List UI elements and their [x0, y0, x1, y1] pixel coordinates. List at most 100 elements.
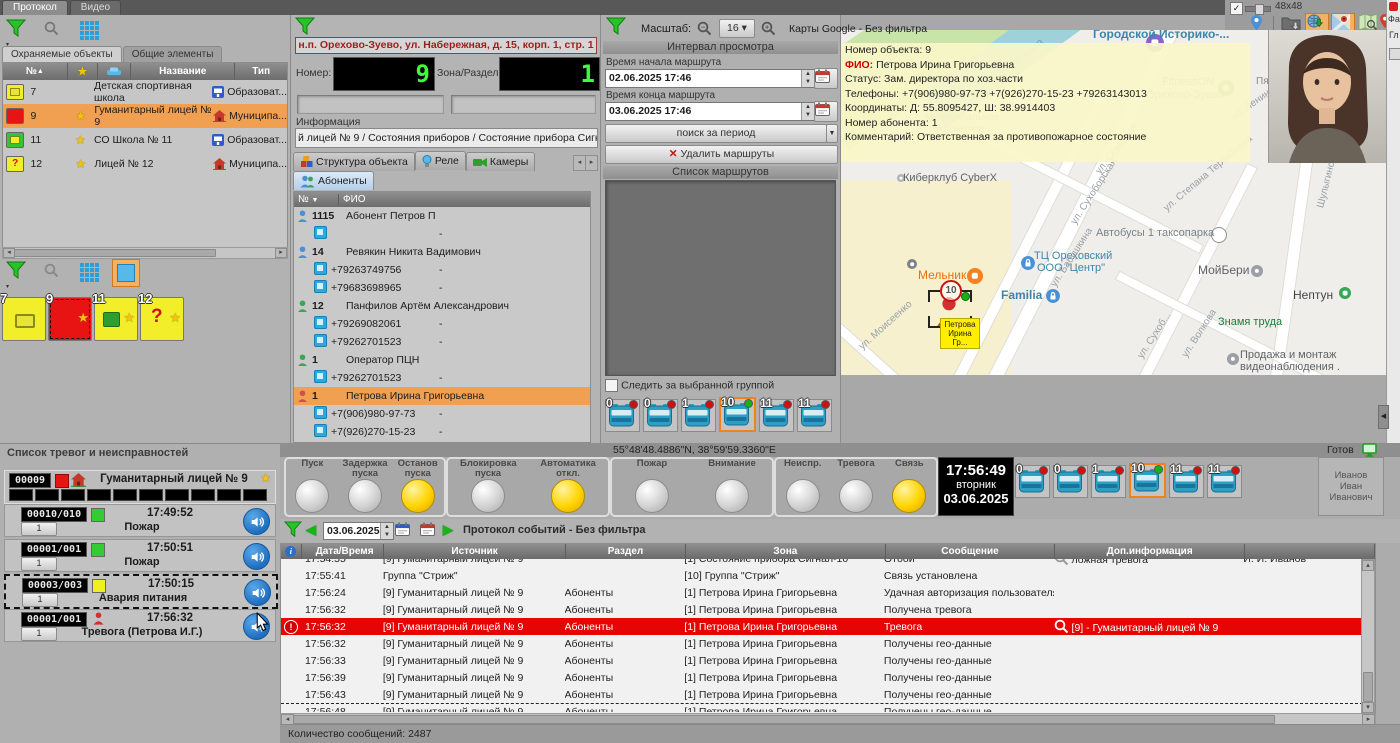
alarm-item[interactable]: 00001/00117:56:321Тревога (Петрова И.Г.): [4, 609, 276, 642]
events-vscrollbar[interactable]: ▴ ▾: [1361, 559, 1375, 714]
event-row[interactable]: 17:55:41Группа "Стриж"[10] Группа "Стриж…: [281, 567, 1373, 584]
search-icon[interactable]: [44, 21, 68, 45]
event-row[interactable]: 17:56:32[9] Гуманитарный лицей № 9Абонен…: [281, 601, 1373, 618]
objects-table-header[interactable]: № ▲★НазваниеТип: [3, 63, 287, 80]
speaker-button[interactable]: [243, 508, 270, 535]
operator-name-box[interactable]: ИвановИванИванович: [1318, 457, 1384, 516]
route-start-input[interactable]: 02.06.2025 17:46▲▼: [605, 69, 815, 88]
save-icon[interactable]: [1389, 48, 1400, 60]
calendar-button[interactable]: [814, 68, 838, 89]
info-field[interactable]: й лицей № 9 / Состояния приборов / Состо…: [295, 128, 598, 148]
contact-phone-row[interactable]: +7(906)980-97-73-: [294, 405, 590, 423]
events-date-input[interactable]: 03.06.2025▲▼: [323, 522, 394, 540]
follow-group-row[interactable]: Следить за выбранной группой: [605, 379, 774, 392]
control-button[interactable]: Задержка пуска: [339, 459, 392, 513]
col-info-icon[interactable]: i: [281, 544, 302, 559]
speaker-button[interactable]: [244, 579, 271, 606]
contact-phone-row[interactable]: -: [294, 225, 590, 243]
filter-icon[interactable]: ▾: [6, 261, 30, 285]
prev-day-arrow[interactable]: ◀: [306, 522, 316, 538]
contact-phone-row[interactable]: +7(926)270-15-23-: [294, 423, 590, 441]
search-period-button[interactable]: поиск за период: [605, 124, 827, 143]
event-row[interactable]: 17:56:33[9] Гуманитарный лицей № 9Абонен…: [281, 652, 1373, 669]
alarm-count-button[interactable]: 1: [21, 627, 57, 641]
alarm-count-button[interactable]: 1: [22, 593, 58, 607]
map-poi[interactable]: [1339, 287, 1351, 299]
map-poi[interactable]: [967, 268, 983, 284]
speaker-button[interactable]: [243, 543, 270, 570]
event-row[interactable]: 17:56:48[9] Гуманитарный лицей № 9Абонен…: [281, 703, 1373, 712]
calendar-red-icon[interactable]: [420, 522, 435, 536]
group-badge-10[interactable]: 10: [1129, 463, 1166, 498]
group-badge-11[interactable]: 11: [1169, 465, 1204, 498]
control-button[interactable]: Внимание: [704, 459, 760, 513]
object-tile-9[interactable]: 9★: [48, 297, 92, 341]
group-badge-0[interactable]: 0: [1015, 465, 1050, 498]
object-row[interactable]: 7Детская спортивная школаОбразоват...: [3, 80, 287, 104]
contact-phone-row[interactable]: +79269082061-: [294, 315, 590, 333]
events-table-header[interactable]: iДата/ВремяИсточникРазделЗонаСообщениеДо…: [281, 544, 1375, 559]
grid-icon[interactable]: [80, 263, 104, 287]
map-poi[interactable]: [1251, 265, 1263, 277]
contact-row[interactable]: 1115Абонент Петров П: [294, 207, 590, 225]
alarm-summary[interactable]: 00009 Гуманитарный лицей № 9 ★: [4, 470, 276, 504]
contact-row[interactable]: 1Петрова Ирина Григорьевна: [294, 387, 590, 405]
events-col-5[interactable]: Сообщение: [886, 544, 1056, 559]
alarm-item[interactable]: 00010/01017:49:521Пожар: [4, 504, 276, 537]
events-col-3[interactable]: Раздел: [566, 544, 686, 559]
calendar-button[interactable]: [814, 101, 838, 122]
event-row[interactable]: 17:56:32[9] Гуманитарный лицей № 9Абонен…: [281, 635, 1373, 652]
object-tab-1[interactable]: Структура объекта: [293, 152, 415, 171]
control-button[interactable]: Тревога: [829, 459, 882, 513]
filter-icon[interactable]: ▾: [6, 19, 30, 43]
tabs-scroll-right[interactable]: ▸: [585, 155, 598, 171]
grid-icon[interactable]: [80, 21, 104, 45]
object-row[interactable]: 11★СО Школа № 11Образоват...: [3, 128, 287, 152]
events-col-1[interactable]: Дата/Время: [302, 544, 384, 559]
contact-phone-row[interactable]: +79263749756-: [294, 261, 590, 279]
group-badge-11[interactable]: 11: [759, 399, 794, 432]
contacts-header[interactable]: № ▼ФИО: [294, 192, 590, 207]
scale-select[interactable]: 16 ▾: [719, 19, 755, 38]
contact-phone-row[interactable]: +79262701523-: [294, 369, 590, 387]
alarm-item[interactable]: 00003/00317:50:151Авария питания: [4, 574, 278, 609]
object-tile-7[interactable]: 7: [2, 297, 46, 341]
group-badge-10[interactable]: 10: [719, 397, 756, 432]
event-row[interactable]: 17:56:24[9] Гуманитарный лицей № 9Абонен…: [281, 584, 1373, 601]
object-tile-12[interactable]: 12?★: [140, 297, 184, 341]
group-badge-0[interactable]: 0: [1053, 465, 1088, 498]
control-button[interactable]: Останов пуска: [391, 459, 444, 513]
group-badge-0[interactable]: 0: [643, 399, 678, 432]
map-poi[interactable]: [1227, 353, 1239, 365]
object-tile-11[interactable]: 11★: [94, 297, 138, 341]
follow-checkbox[interactable]: [605, 379, 618, 392]
control-button[interactable]: Блокировка пуска: [460, 459, 516, 513]
control-button[interactable]: Пуск: [286, 459, 339, 513]
contact-row[interactable]: 12Панфилов Артём Александрович: [294, 297, 590, 315]
marker-size-slider[interactable]: [1245, 6, 1271, 12]
aux-field-1[interactable]: [297, 95, 444, 114]
group-badge-11[interactable]: 11: [797, 399, 832, 432]
foreign-menu-gl[interactable]: Гл: [1389, 30, 1399, 40]
events-col-6[interactable]: Доп.информация: [1055, 544, 1245, 559]
object-tab-2[interactable]: Реле: [415, 151, 466, 170]
search-period-dropdown[interactable]: ▼: [826, 124, 838, 143]
contact-row[interactable]: 1Оператор ПЦН: [294, 351, 590, 369]
map-pin-icon[interactable]: [1251, 15, 1262, 30]
osm-map-icon[interactable]: [1358, 14, 1378, 31]
next-day-arrow[interactable]: ▶: [443, 522, 453, 538]
foreign-menu-file[interactable]: Фай: [1388, 14, 1400, 24]
col-vehicle-icon[interactable]: [98, 63, 131, 80]
control-button[interactable]: Пожар: [624, 459, 680, 513]
event-row[interactable]: 17:56:39[9] Гуманитарный лицей № 9Абонен…: [281, 669, 1373, 686]
alarm-count-button[interactable]: 1: [21, 522, 57, 536]
calendar-blue-icon[interactable]: [395, 522, 410, 536]
route-end-input[interactable]: 03.06.2025 17:46▲▼: [605, 102, 815, 121]
col-star-icon[interactable]: ★: [68, 63, 99, 80]
group-badge-1[interactable]: 1: [681, 399, 716, 432]
group-badge-1[interactable]: 1: [1091, 465, 1126, 498]
objects-hscrollbar[interactable]: ◂ ▸: [2, 247, 288, 259]
route-list[interactable]: [605, 180, 836, 376]
control-button[interactable]: Связь: [883, 459, 936, 513]
group-badge-11[interactable]: 11: [1207, 465, 1242, 498]
